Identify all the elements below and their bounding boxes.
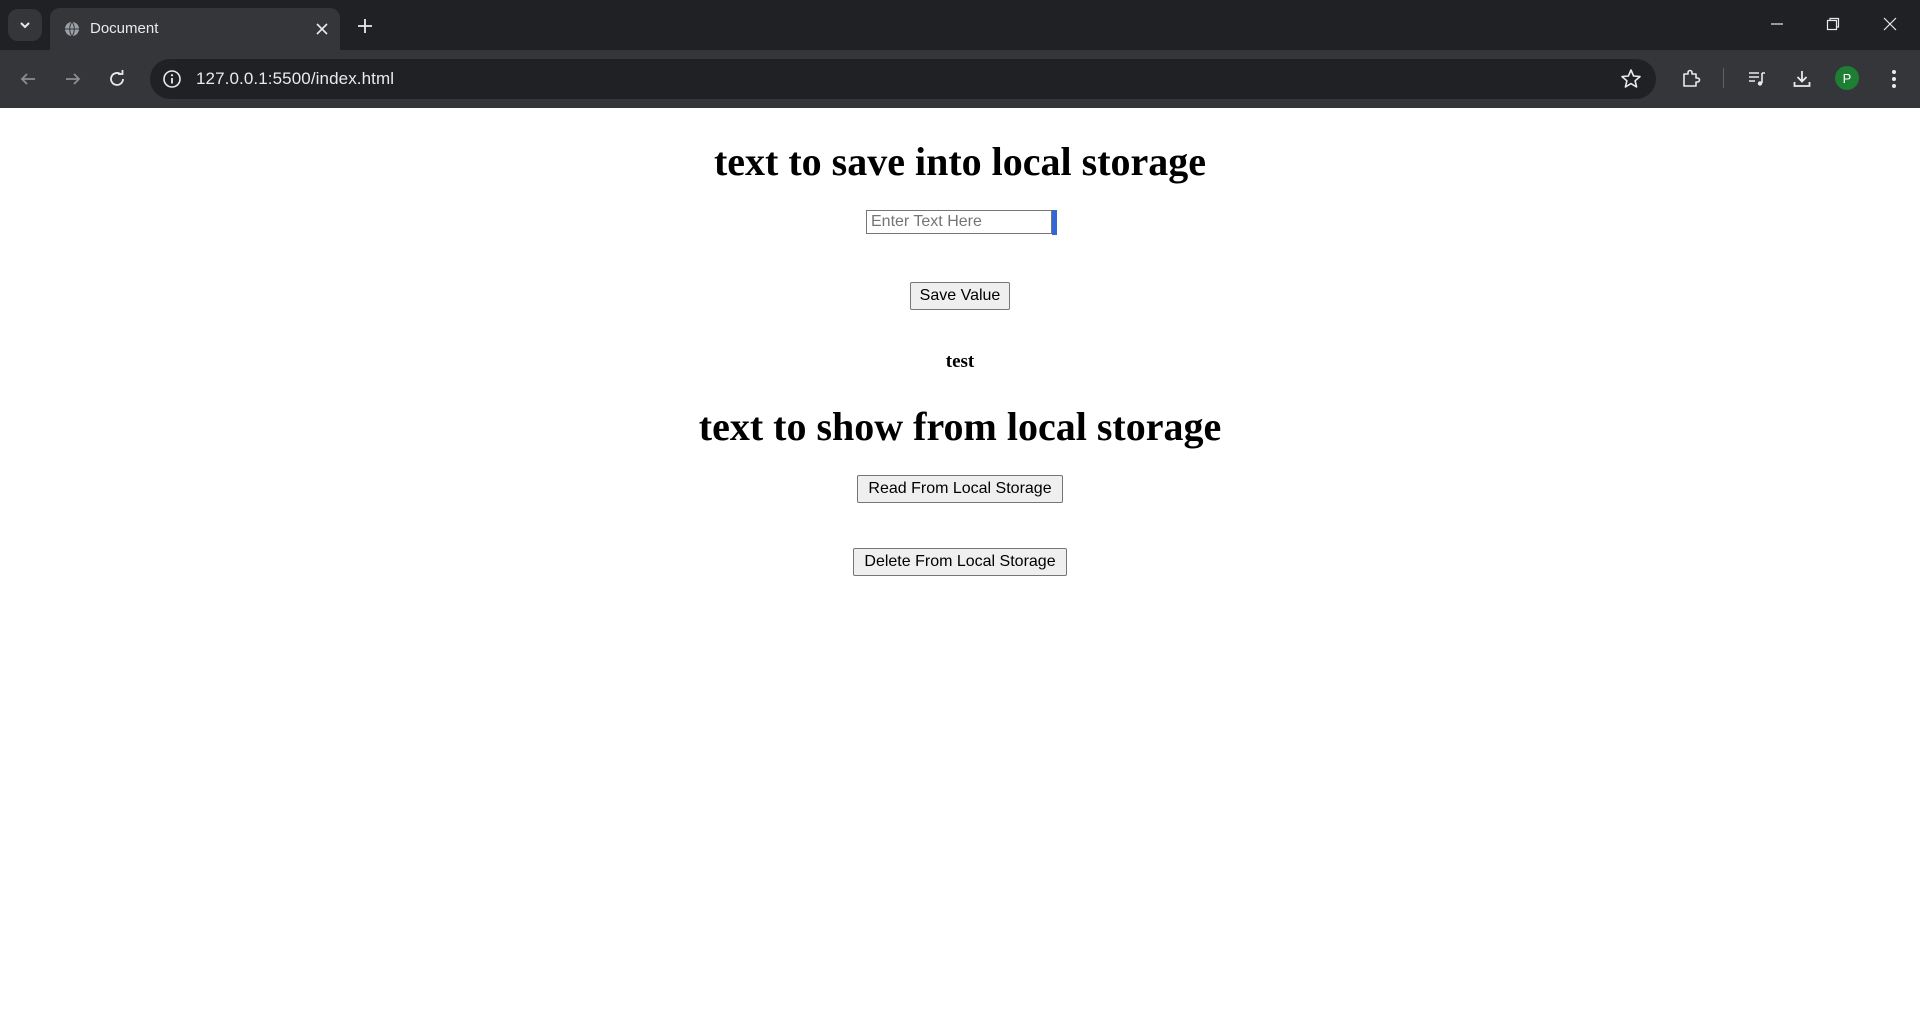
delete-from-local-storage-button[interactable]: Delete From Local Storage [853,548,1067,576]
restore-button[interactable] [1813,8,1853,40]
media-controls-button[interactable] [1743,65,1771,93]
globe-icon [65,21,79,37]
forward-button[interactable] [57,63,89,95]
minimize-icon [1771,23,1783,25]
extensions-button[interactable] [1677,65,1705,93]
browser-tab[interactable]: Document [50,8,340,50]
minimize-button[interactable] [1757,8,1797,40]
reload-button[interactable] [101,63,133,95]
tab-title: Document [90,20,159,37]
info-icon[interactable] [162,69,182,89]
read-from-local-storage-button[interactable]: Read From Local Storage [857,475,1063,503]
download-icon [1793,71,1811,87]
save-heading: text to save into local storage [713,139,1207,184]
plus-icon [358,19,372,33]
more-vertical-icon [1892,70,1896,88]
downloads-button[interactable] [1788,65,1816,93]
tab-search-button[interactable] [8,9,42,41]
bookmark-star-icon[interactable] [1620,68,1642,90]
menu-button[interactable] [1880,65,1908,93]
puzzle-icon [1683,69,1701,87]
address-bar[interactable]: 127.0.0.1:5500/index.html [150,59,1656,99]
new-tab-button[interactable] [352,13,378,39]
save-value-button[interactable]: Save Value [910,282,1010,310]
input-focus-indicator [1052,210,1057,235]
arrow-left-icon [20,73,35,85]
arrow-right-icon [66,73,81,85]
close-window-button[interactable] [1870,8,1910,40]
toolbar-divider [1723,68,1724,88]
tab-close-button[interactable] [312,19,332,39]
back-button[interactable] [12,63,44,95]
playlist-music-icon [1749,72,1765,86]
text-input[interactable] [866,210,1052,234]
show-heading: text to show from local storage [698,404,1222,449]
reload-icon [110,70,124,86]
browser-toolbar: 127.0.0.1:5500/index.html [0,50,1920,108]
close-icon [1883,17,1897,31]
chevron-down-icon [20,22,30,29]
restore-icon [1826,17,1840,31]
stored-text-output: test [945,351,975,372]
browser-titlebar: Document [0,0,1920,50]
profile-avatar[interactable]: P [1835,66,1859,90]
close-icon [316,23,328,35]
page-content: text to save into local storage Save Val… [0,108,1920,1030]
url-text: 127.0.0.1:5500/index.html [196,69,395,88]
